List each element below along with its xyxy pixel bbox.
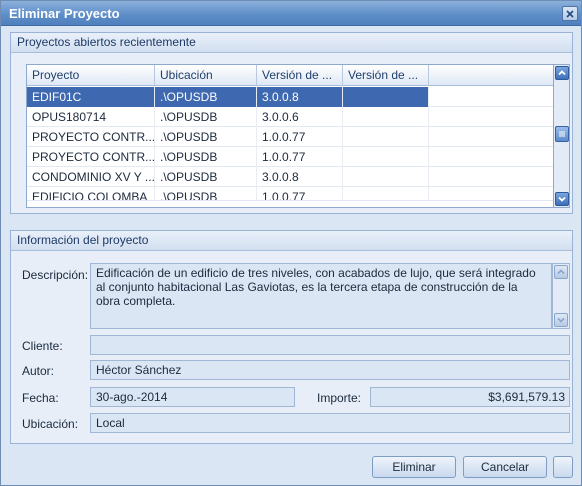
cell-proyecto: OPUS180714 xyxy=(27,107,155,127)
cell-proyecto: PROYECTO CONTR... xyxy=(27,147,155,167)
delete-button[interactable]: Eliminar xyxy=(372,456,456,478)
description-scroll-up[interactable] xyxy=(554,265,568,279)
cancel-button[interactable]: Cancelar xyxy=(463,456,547,478)
cell-version: 1.0.0.77 xyxy=(257,147,343,167)
recent-projects-header: Proyectos abiertos recientemente xyxy=(11,33,572,53)
date-field[interactable]: 30-ago.-2014 xyxy=(90,387,295,407)
grid-scrollbar[interactable] xyxy=(553,64,570,208)
chevron-down-icon xyxy=(558,196,566,202)
cell-proyecto: CONDOMINIO XV Y ... xyxy=(27,167,155,187)
scroll-thumb[interactable] xyxy=(555,126,569,142)
location-label: Ubicación: xyxy=(22,417,79,431)
author-field[interactable]: Héctor Sánchez xyxy=(90,360,570,380)
title-bar[interactable]: Eliminar Proyecto xyxy=(1,1,581,26)
description-scroll-down[interactable] xyxy=(554,313,568,327)
dialog-window: Eliminar Proyecto Proyectos abiertos rec… xyxy=(0,0,582,486)
table-row[interactable]: PROYECTO CONTR... .\OPUSDB 1.0.0.77 xyxy=(27,147,556,167)
column-header-ubicacion[interactable]: Ubicación xyxy=(155,65,257,86)
chevron-up-icon xyxy=(558,70,566,76)
client-field[interactable] xyxy=(90,335,570,355)
cell-ubicacion: .\OPUSDB xyxy=(155,127,257,147)
column-header-version-2[interactable]: Versión de ... xyxy=(343,65,429,86)
project-info-header: Información del proyecto xyxy=(11,231,572,251)
cell-ubicacion: .\OPUSDB xyxy=(155,147,257,167)
table-row[interactable]: OPUS180714 .\OPUSDB 3.0.0.6 xyxy=(27,107,556,127)
cell-version-2 xyxy=(343,107,429,127)
cell-version-2 xyxy=(343,87,429,107)
close-button[interactable] xyxy=(562,6,578,21)
author-label: Autor: xyxy=(22,364,55,378)
cell-version: 1.0.0.77 xyxy=(257,127,343,147)
cell-version-2 xyxy=(343,167,429,187)
table-row[interactable]: EDIF01C .\OPUSDB 3.0.0.8 xyxy=(27,87,556,107)
cell-version: 1.0.0.77 xyxy=(257,187,343,200)
cell-ubicacion: .\OPUSDB xyxy=(155,167,257,187)
client-label: Cliente: xyxy=(22,339,63,353)
description-label: Descripción: xyxy=(22,268,89,282)
column-header-proyecto[interactable]: Proyecto xyxy=(27,65,155,86)
grid-header: Proyecto Ubicación Versión de ... Versió… xyxy=(27,65,556,86)
close-icon xyxy=(566,10,574,18)
date-label: Fecha: xyxy=(22,391,59,405)
column-header-empty xyxy=(429,65,555,86)
table-row[interactable]: PROYECTO CONTR... .\OPUSDB 1.0.0.77 xyxy=(27,127,556,147)
scroll-up-button[interactable] xyxy=(555,66,569,80)
description-scrollbar[interactable] xyxy=(552,263,570,329)
cell-version: 3.0.0.8 xyxy=(257,87,343,107)
cell-version-2 xyxy=(343,187,429,200)
cell-version-2 xyxy=(343,147,429,167)
scroll-down-button[interactable] xyxy=(555,192,569,206)
cell-ubicacion: .\OPUSDB xyxy=(155,87,257,107)
extra-button[interactable] xyxy=(553,456,573,478)
cell-version: 3.0.0.8 xyxy=(257,167,343,187)
location-field[interactable]: Local xyxy=(90,413,570,433)
chevron-down-icon xyxy=(557,317,565,323)
amount-field[interactable]: $3,691,579.13 xyxy=(370,387,570,407)
column-header-version-1[interactable]: Versión de ... xyxy=(257,65,343,86)
cell-proyecto: PROYECTO CONTR... xyxy=(27,127,155,147)
grip-icon xyxy=(559,131,565,137)
chevron-up-icon xyxy=(557,269,565,275)
description-field[interactable]: Edificación de un edificio de tres nivel… xyxy=(90,263,552,329)
cell-proyecto: EDIF01C xyxy=(27,87,155,107)
cell-version-2 xyxy=(343,127,429,147)
window-title: Eliminar Proyecto xyxy=(9,6,120,21)
recent-projects-grid[interactable]: Proyecto Ubicación Versión de ... Versió… xyxy=(26,64,556,208)
cell-proyecto: EDIFICIO COLOMBA xyxy=(27,187,155,200)
table-row[interactable]: CONDOMINIO XV Y ... .\OPUSDB 3.0.0.8 xyxy=(27,167,556,187)
table-row[interactable]: EDIFICIO COLOMBA .\OPUSDB 1.0.0.77 xyxy=(27,187,556,201)
amount-label: Importe: xyxy=(317,391,362,405)
cell-ubicacion: .\OPUSDB xyxy=(155,187,257,200)
grid-rows: EDIF01C .\OPUSDB 3.0.0.8 OPUS180714 .\OP… xyxy=(27,87,556,201)
cell-ubicacion: .\OPUSDB xyxy=(155,107,257,127)
cell-version: 3.0.0.6 xyxy=(257,107,343,127)
